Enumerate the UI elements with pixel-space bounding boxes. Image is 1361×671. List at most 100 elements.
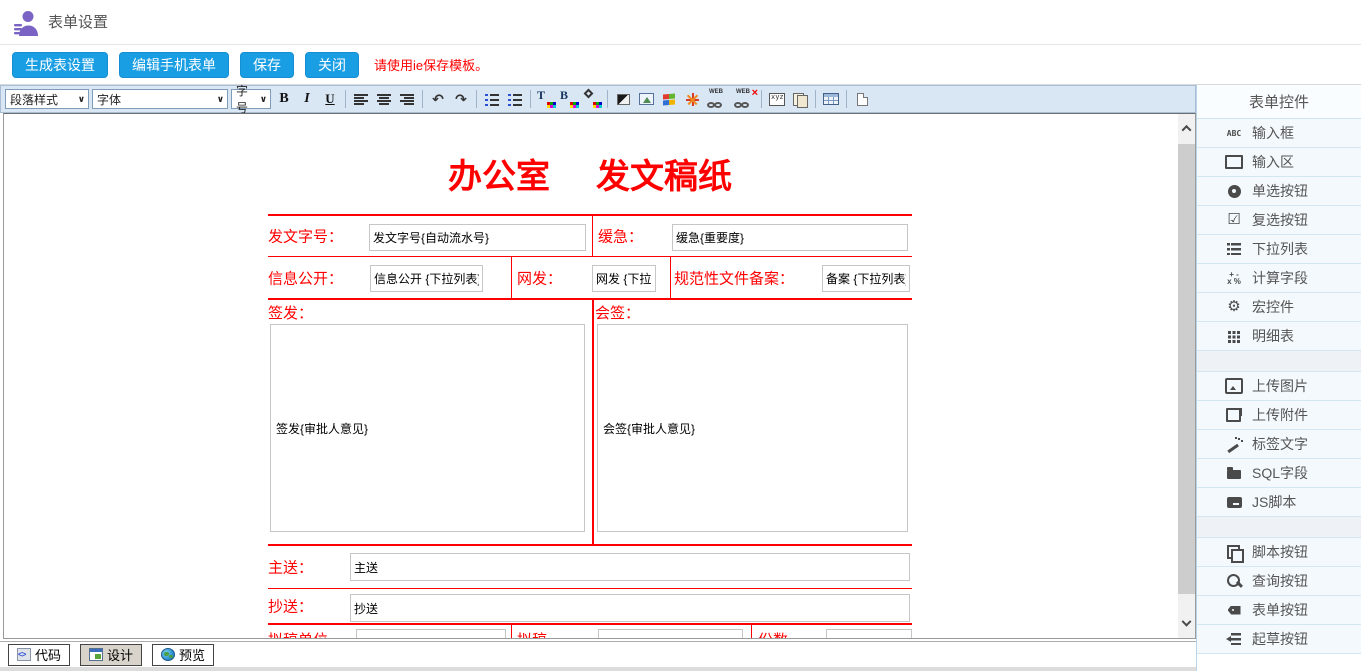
remove-link-button[interactable]: WEB × [732,88,756,110]
background-color-button[interactable]: B [559,88,579,110]
text-color-button[interactable]: T [536,88,556,110]
unordered-list-button[interactable] [505,88,525,110]
tab-preview[interactable]: 预览 [152,644,214,666]
control-form-button[interactable]: 表单按钮 [1197,596,1361,625]
checkbox-icon: ☑ [1225,212,1243,228]
toolbar-separator [530,90,531,108]
field-label: 主送： [268,557,313,578]
control-calc-field[interactable]: + - x % 计算字段 [1197,264,1361,293]
info-public-input[interactable] [370,265,483,292]
copies-input[interactable] [826,629,912,639]
draft-list-icon [1225,631,1243,647]
web-unlink-icon: WEB [736,89,750,95]
toolbar-separator [476,90,477,108]
insert-image-button[interactable] [636,88,656,110]
toolbar-separator [345,90,346,108]
doc-number-input[interactable] [369,224,586,251]
control-query-button[interactable]: 查询按钮 [1197,567,1361,596]
control-label-text[interactable]: 标签文字 [1197,430,1361,459]
tab-design[interactable]: 设计 [80,644,142,666]
ordered-list-button[interactable] [482,88,502,110]
bold-button[interactable]: B [274,88,294,110]
cell-divider [751,625,752,639]
editor-toolbar: 段落样式 ∨ 字体 ∨ 字号 ∨ B I U ↶ [0,85,1196,113]
header: 表单设置 [0,0,1361,45]
insert-flash-button[interactable] [682,88,702,110]
font-family-select[interactable]: 字体 ∨ [92,89,228,109]
tab-code[interactable]: <> 代码 [8,644,70,666]
main-send-input[interactable] [350,553,910,581]
new-document-button[interactable] [852,88,872,110]
insert-link-button[interactable]: WEB [705,88,729,110]
control-sql-field[interactable]: SQL字段 [1197,459,1361,488]
copy-send-input[interactable] [350,594,910,622]
field-label: 信息公开： [268,267,343,288]
web-publish-input[interactable] [592,265,656,292]
urgency-input[interactable] [672,224,908,251]
table-row: 签发： 签发{审批人意见} 会签： 会签{审批人意见} [268,300,912,546]
field-label: 规范性文件备案： [674,267,794,288]
fill-color-button[interactable] [582,88,602,110]
toolbar-separator [846,90,847,108]
align-center-button[interactable] [374,88,394,110]
control-detail-table[interactable]: 明细表 [1197,322,1361,351]
scrollbar-thumb[interactable] [1178,144,1195,594]
table-row: 信息公开： 网发： 规范性文件备案： [268,257,912,300]
control-checkbox-button[interactable]: ☑ 复选按钮 [1197,206,1361,235]
field-label: 会签： [595,302,640,323]
cell-divider [511,257,512,298]
control-dropdown-list[interactable]: 下拉列表 [1197,235,1361,264]
draft-input[interactable] [598,629,743,639]
control-radio-button[interactable]: 单选按钮 [1197,177,1361,206]
insert-media-button[interactable] [659,88,679,110]
countersign-area[interactable]: 会签{审批人意见} [597,324,908,532]
panel-group-divider [1197,517,1361,538]
horizontal-rule-button[interactable] [613,88,633,110]
generate-table-settings-button[interactable]: 生成表设置 [12,52,108,78]
page-title: 表单设置 [48,0,108,45]
custom-tag-button[interactable]: xyz [767,88,787,110]
control-script-button[interactable]: 脚本按钮 [1197,538,1361,567]
wand-icon [1225,436,1243,452]
globe-icon [161,648,175,661]
tag-icon [1225,602,1243,618]
table-row: 抄送： [268,589,912,625]
resource-library-button[interactable] [790,88,810,110]
font-size-select[interactable]: 字号 ∨ [231,89,271,109]
draft-unit-input[interactable] [356,629,506,639]
control-upload-image[interactable]: 上传图片 [1197,372,1361,401]
insert-image-icon [639,93,654,105]
unordered-list-icon [508,93,523,106]
control-js-script[interactable]: JS脚本 [1197,488,1361,517]
align-left-icon [354,94,368,105]
align-left-button[interactable] [351,88,371,110]
vertical-scrollbar[interactable] [1178,114,1195,638]
control-draft-button[interactable]: 起草按钮 [1197,625,1361,654]
web-link-icon: WEB [709,89,723,95]
scroll-up-button[interactable] [1178,114,1195,142]
control-macro-control[interactable]: ⚙ 宏控件 [1197,293,1361,322]
edit-mobile-form-button[interactable]: 编辑手机表单 [119,52,229,78]
redo-button[interactable]: ↷ [451,88,471,110]
control-input-box[interactable]: ABC 输入框 [1197,119,1361,148]
control-input-area[interactable]: 输入区 [1197,148,1361,177]
insert-table-button[interactable] [821,88,841,110]
align-right-button[interactable] [397,88,417,110]
copy-icon [1225,544,1243,560]
close-button[interactable]: 关闭 [305,52,359,78]
sign-issue-area[interactable]: 签发{审批人意见} [270,324,585,532]
save-button[interactable]: 保存 [240,52,294,78]
form-design-canvas[interactable]: 办公室 发文稿纸 发文字号： 缓急： 信息公开： [3,113,1196,639]
panel-title: 表单控件 [1197,85,1361,119]
underline-button[interactable]: U [320,88,340,110]
text-color-icon: T [537,88,545,103]
export-icon [1225,407,1243,423]
paragraph-style-select[interactable]: 段落样式 ∨ [5,89,89,109]
italic-button[interactable]: I [297,88,317,110]
record-filing-input[interactable] [822,265,910,292]
undo-button[interactable]: ↶ [428,88,448,110]
code-icon: <> [17,648,31,661]
scroll-down-button[interactable] [1178,610,1195,638]
control-upload-attachment[interactable]: 上传附件 [1197,401,1361,430]
chevron-down-icon [1182,616,1192,626]
